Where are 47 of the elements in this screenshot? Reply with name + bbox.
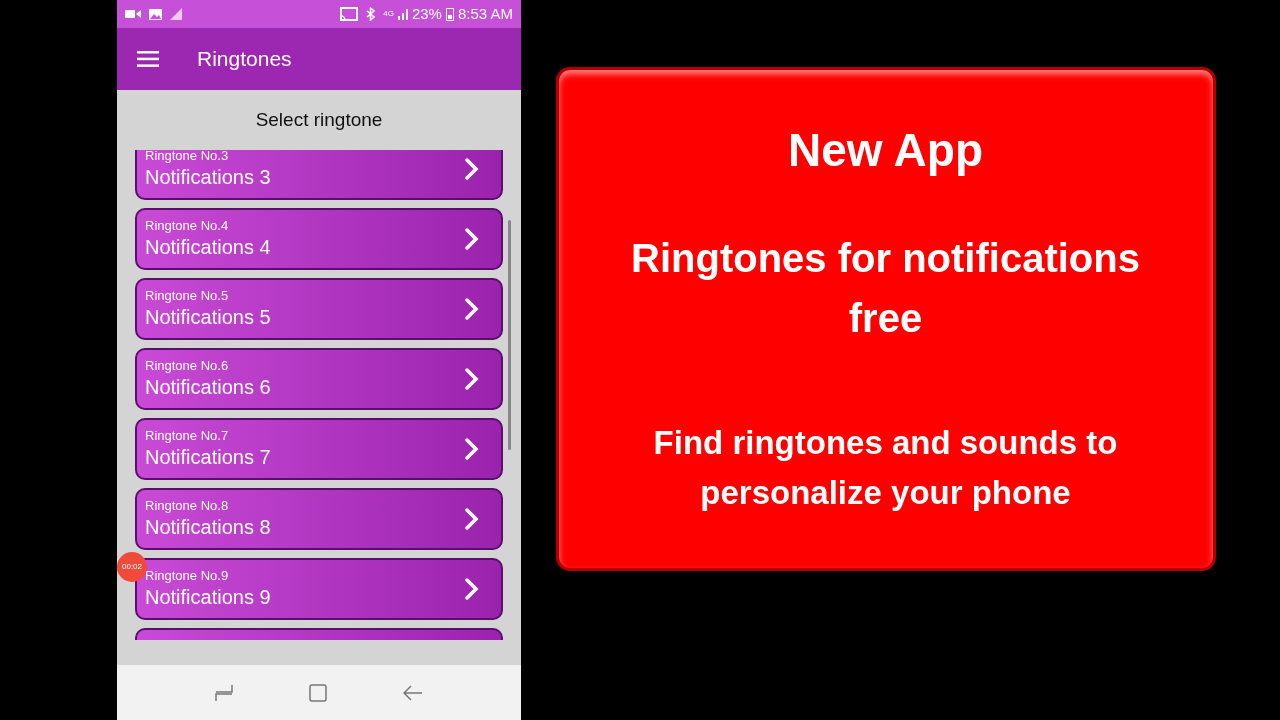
battery-percent: 23% <box>411 3 442 24</box>
ringtone-number: Ringtone No.3 <box>145 150 230 164</box>
ringtone-item[interactable]: Ringtone No.3 Notifications 3 <box>135 150 503 200</box>
image-icon <box>149 8 162 20</box>
chevron-right-icon <box>465 438 479 460</box>
ringtone-item[interactable]: Ringtone No.4 Notifications 4 <box>135 208 503 270</box>
menu-icon[interactable] <box>137 51 159 67</box>
app-title: Ringtones <box>197 46 292 73</box>
chevron-right-icon <box>465 228 479 250</box>
ringtone-name: Notifications 4 <box>145 235 272 260</box>
ringtone-number: Ringtone No.8 <box>145 498 230 514</box>
ringtone-name: Notifications 8 <box>145 515 272 540</box>
ringtone-item[interactable]: Ringtone No.6 Notifications 6 <box>135 348 503 410</box>
promo-headline: Ringtones for notifications free <box>630 235 1141 342</box>
cast-icon <box>340 7 359 21</box>
chevron-right-icon <box>465 158 479 180</box>
chevron-right-icon <box>465 508 479 530</box>
section-header: Select ringtone <box>255 107 383 132</box>
ringtone-number: Ringtone No.7 <box>145 428 230 444</box>
signal-icon <box>170 8 182 20</box>
ringtone-name: Notifications 6 <box>145 375 272 400</box>
ringtone-item[interactable]: Ringtone No.7 Notifications 7 <box>135 418 503 480</box>
ringtone-number: Ringtone No.9 <box>145 568 230 584</box>
chevron-right-icon <box>465 578 479 600</box>
back-icon[interactable] <box>403 684 423 701</box>
ringtone-number: Ringtone No.4 <box>145 218 230 234</box>
bluetooth-icon <box>366 7 376 21</box>
promo-tagline: Find ringtones and sounds to personalize your phone <box>652 423 1119 513</box>
home-icon[interactable] <box>309 683 327 702</box>
ringtone-name: Notifications 7 <box>145 445 272 470</box>
ringtone-item[interactable]: Ringtone No.5 Notifications 5 <box>135 278 503 340</box>
chevron-right-icon <box>465 368 479 390</box>
video-camera-icon <box>125 9 141 19</box>
chevron-right-icon <box>465 298 479 320</box>
recent-apps-icon[interactable] <box>215 683 233 702</box>
ringtone-name: Notifications 9 <box>145 585 272 610</box>
ringtone-number: Ringtone No.5 <box>145 288 230 304</box>
ringtone-name: Notifications 5 <box>145 305 272 330</box>
battery-icon <box>445 7 454 21</box>
signal-icon <box>397 8 408 20</box>
promo-title: New App <box>787 123 984 178</box>
ringtone-number: Ringtone No.6 <box>145 358 230 374</box>
ringtone-name: Notifications 3 <box>145 165 272 190</box>
network-type: 4G <box>383 10 394 18</box>
ringtone-item[interactable]: Ringtone No.8 Notifications 8 <box>135 488 503 550</box>
recording-badge: 00:02 <box>117 552 147 582</box>
clock: 8:53 AM <box>457 3 513 24</box>
